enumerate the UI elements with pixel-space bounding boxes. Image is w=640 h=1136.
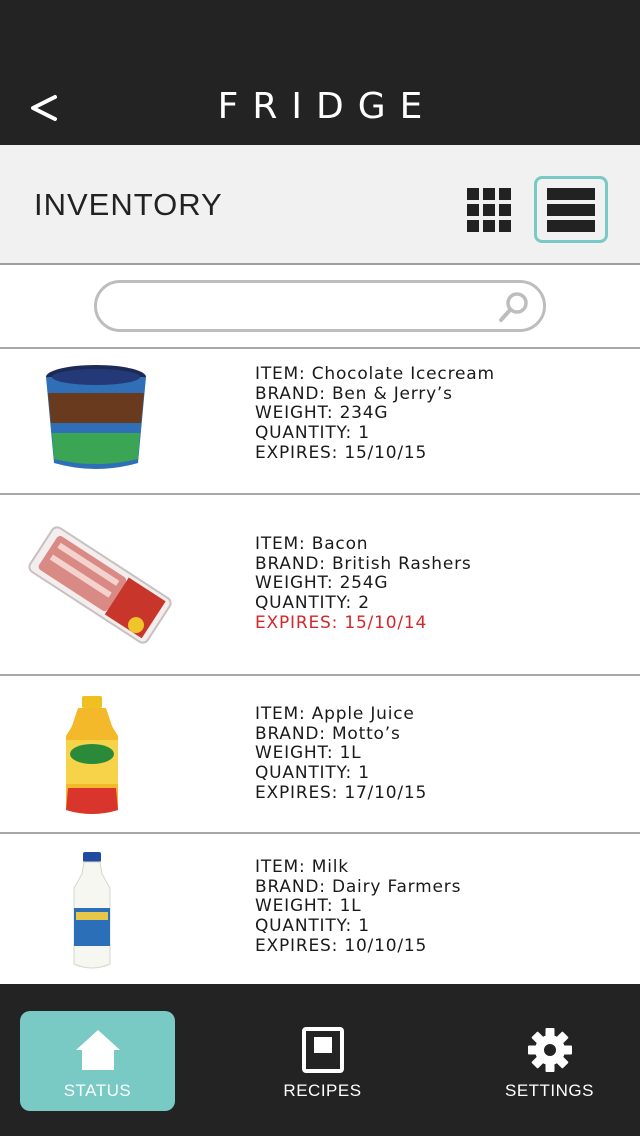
- tab-settings[interactable]: SETTINGS: [472, 1011, 627, 1111]
- tab-label: SETTINGS: [504, 1081, 594, 1100]
- item-weight: WEIGHT: 234G: [255, 403, 389, 424]
- search-input[interactable]: [115, 291, 485, 321]
- search-field-container[interactable]: [94, 280, 546, 332]
- item-weight: WEIGHT: 1L: [255, 743, 362, 764]
- item-details: ITEM: Apple Juice BRAND: Motto’s WEIGHT:…: [255, 704, 428, 804]
- ice-cream-tub-icon: [46, 365, 146, 469]
- item-details: ITEM: Bacon BRAND: British Rashers WEIGH…: [255, 534, 472, 634]
- item-weight: WEIGHT: 1L: [255, 896, 362, 917]
- item-expiry: EXPIRES: 10/10/15: [255, 935, 428, 956]
- tab-label: STATUS: [63, 1081, 132, 1100]
- tab-status[interactable]: STATUS: [20, 1011, 175, 1111]
- item-details: ITEM: Milk BRAND: Dairy Farmers WEIGHT: …: [255, 857, 462, 957]
- grid-view-button[interactable]: [462, 183, 516, 237]
- item-expiry: EXPIRES: 17/10/15: [255, 782, 428, 803]
- list-icon: [547, 187, 595, 232]
- section-title: INVENTORY: [34, 187, 223, 222]
- juice-bottle-icon: [66, 696, 118, 814]
- milk-bottle-icon: [73, 852, 111, 969]
- inventory-list: ITEM: Chocolate Icecream BRAND: Ben & Je…: [0, 349, 640, 984]
- book-icon: [301, 1027, 344, 1073]
- grid-icon: [467, 188, 511, 232]
- search-icon[interactable]: [497, 290, 531, 324]
- list-item[interactable]: ITEM: Apple Juice BRAND: Motto’s WEIGHT:…: [0, 676, 640, 834]
- item-name: ITEM: Chocolate Icecream: [255, 364, 495, 384]
- item-brand: BRAND: Dairy Farmers: [255, 876, 462, 897]
- item-expiry: EXPIRES: 15/10/14: [255, 612, 428, 633]
- item-quantity: QUANTITY: 1: [255, 916, 370, 937]
- home-icon: [75, 1030, 120, 1070]
- item-weight: WEIGHT: 254G: [255, 573, 389, 594]
- list-item[interactable]: ITEM: Milk BRAND: Dairy Farmers WEIGHT: …: [0, 834, 640, 984]
- tab-bar: STATUS RECIPES SETTINGS: [0, 984, 640, 1136]
- item-name: ITEM: Bacon: [255, 534, 369, 554]
- list-item[interactable]: ITEM: Chocolate Icecream BRAND: Ben & Je…: [0, 349, 640, 495]
- item-name: ITEM: Apple Juice: [255, 704, 415, 724]
- page-title: FRIDGE: [217, 86, 437, 127]
- search-bar: [0, 265, 640, 349]
- item-name: ITEM: Milk: [255, 857, 349, 877]
- item-brand: BRAND: Ben & Jerry’s: [255, 383, 453, 404]
- item-quantity: QUANTITY: 1: [255, 763, 370, 784]
- bacon-pack-icon: [28, 526, 172, 644]
- list-view-button[interactable]: [534, 176, 608, 243]
- inventory-toolbar: INVENTORY: [0, 145, 640, 265]
- item-brand: BRAND: British Rashers: [255, 553, 472, 574]
- gear-icon: [527, 1028, 572, 1072]
- item-expiry: EXPIRES: 15/10/15: [255, 442, 428, 463]
- list-item[interactable]: ITEM: Bacon BRAND: British Rashers WEIGH…: [0, 495, 640, 676]
- item-quantity: QUANTITY: 1: [255, 423, 370, 444]
- item-details: ITEM: Chocolate Icecream BRAND: Ben & Je…: [255, 364, 495, 464]
- item-brand: BRAND: Motto’s: [255, 723, 401, 744]
- app-header: FRIDGE: [0, 0, 640, 145]
- tab-label: RECIPES: [283, 1081, 362, 1100]
- item-quantity: QUANTITY: 2: [255, 593, 370, 614]
- tab-recipes[interactable]: RECIPES: [245, 1011, 400, 1111]
